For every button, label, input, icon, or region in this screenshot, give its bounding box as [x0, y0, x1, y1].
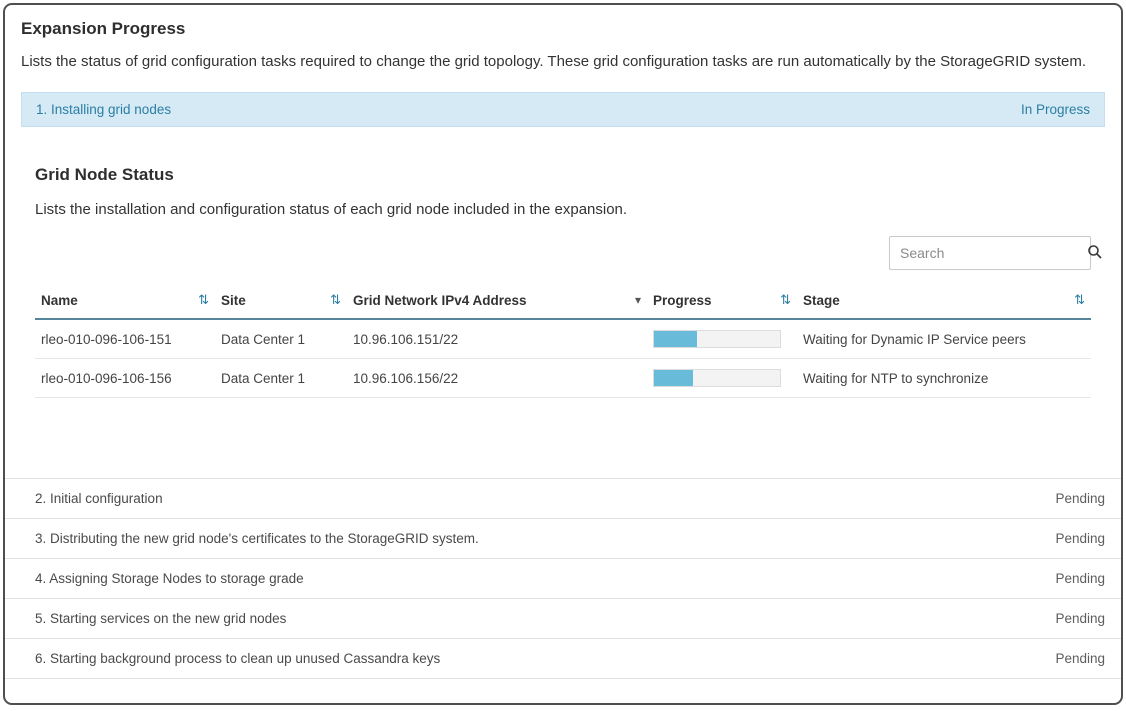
- cell-node-name: rleo-010-096-106-156: [35, 359, 215, 398]
- task-step-starting-services[interactable]: 5. Starting services on the new grid nod…: [5, 598, 1121, 638]
- column-label: Stage: [803, 293, 840, 308]
- column-header-stage[interactable]: Stage ⇅: [797, 286, 1091, 319]
- cell-node-name: rleo-010-096-106-151: [35, 319, 215, 359]
- task-step-distributing-certificates[interactable]: 3. Distributing the new grid node's cert…: [5, 518, 1121, 558]
- sort-icon: ⇅: [192, 292, 209, 308]
- column-header-name[interactable]: Name ⇅: [35, 286, 215, 319]
- grid-node-status-description: Lists the installation and configuration…: [35, 201, 1091, 218]
- cell-ip-address: 10.96.106.151/22: [347, 319, 647, 359]
- task-step-initial-configuration[interactable]: 2. Initial configuration Pending: [5, 478, 1121, 518]
- table-header-row: Name ⇅ Site ⇅ Grid Network IPv4 Address: [35, 286, 1091, 319]
- search-box: [889, 236, 1091, 270]
- task-step-installing-grid-nodes[interactable]: 1. Installing grid nodes In Progress: [21, 92, 1105, 127]
- task-step-assigning-storage-nodes[interactable]: 4. Assigning Storage Nodes to storage gr…: [5, 558, 1121, 598]
- page-title: Expansion Progress: [21, 19, 1105, 39]
- task-step-cassandra-cleanup[interactable]: 6. Starting background process to clean …: [5, 638, 1121, 679]
- search-row: [35, 236, 1091, 270]
- spacer: [35, 398, 1091, 478]
- task-step-status-badge: Pending: [1055, 651, 1105, 666]
- task-step-status-badge: Pending: [1055, 531, 1105, 546]
- table-row: rleo-010-096-106-151 Data Center 1 10.96…: [35, 319, 1091, 359]
- task-step-label: 2. Initial configuration: [21, 491, 163, 506]
- grid-node-table: Name ⇅ Site ⇅ Grid Network IPv4 Address: [35, 286, 1091, 398]
- task-step-label: 5. Starting services on the new grid nod…: [21, 611, 286, 626]
- cell-stage: Waiting for NTP to synchronize: [797, 359, 1091, 398]
- task-step-status-badge: Pending: [1055, 571, 1105, 586]
- chevron-down-icon: ▾: [629, 293, 641, 307]
- page-description: Lists the status of grid configuration t…: [21, 53, 1105, 70]
- task-step-label: 1. Installing grid nodes: [36, 102, 171, 117]
- cell-site: Data Center 1: [215, 319, 347, 359]
- task-step-label: 3. Distributing the new grid node's cert…: [21, 531, 479, 546]
- cell-progress: [647, 359, 797, 398]
- progress-bar: [653, 369, 781, 387]
- grid-node-status-title: Grid Node Status: [35, 165, 1091, 185]
- search-button[interactable]: [1087, 237, 1103, 269]
- task-step-label: 6. Starting background process to clean …: [21, 651, 440, 666]
- search-icon: [1087, 244, 1103, 263]
- progress-bar-fill: [654, 331, 697, 347]
- column-header-site[interactable]: Site ⇅: [215, 286, 347, 319]
- search-input[interactable]: [890, 245, 1087, 261]
- column-label: Grid Network IPv4 Address: [353, 293, 527, 308]
- expansion-progress-panel: Expansion Progress Lists the status of g…: [3, 3, 1123, 705]
- column-header-ip[interactable]: Grid Network IPv4 Address ▾: [347, 286, 647, 319]
- progress-bar-fill: [654, 370, 693, 386]
- task-step-label: 4. Assigning Storage Nodes to storage gr…: [21, 571, 304, 586]
- column-label: Progress: [653, 293, 712, 308]
- table-row: rleo-010-096-106-156 Data Center 1 10.96…: [35, 359, 1091, 398]
- grid-node-status-section: Grid Node Status Lists the installation …: [21, 165, 1105, 478]
- progress-bar: [653, 330, 781, 348]
- column-header-progress[interactable]: Progress ⇅: [647, 286, 797, 319]
- sort-icon: ⇅: [324, 292, 341, 308]
- pending-task-list: 2. Initial configuration Pending 3. Dist…: [5, 478, 1121, 679]
- cell-stage: Waiting for Dynamic IP Service peers: [797, 319, 1091, 359]
- column-label: Site: [221, 293, 246, 308]
- cell-site: Data Center 1: [215, 359, 347, 398]
- column-label: Name: [41, 293, 78, 308]
- cell-progress: [647, 319, 797, 359]
- sort-icon: ⇅: [774, 292, 791, 308]
- task-step-status-badge: Pending: [1055, 611, 1105, 626]
- sort-icon: ⇅: [1068, 292, 1085, 308]
- cell-ip-address: 10.96.106.156/22: [347, 359, 647, 398]
- task-step-status-badge: In Progress: [1021, 102, 1090, 117]
- task-step-status-badge: Pending: [1055, 491, 1105, 506]
